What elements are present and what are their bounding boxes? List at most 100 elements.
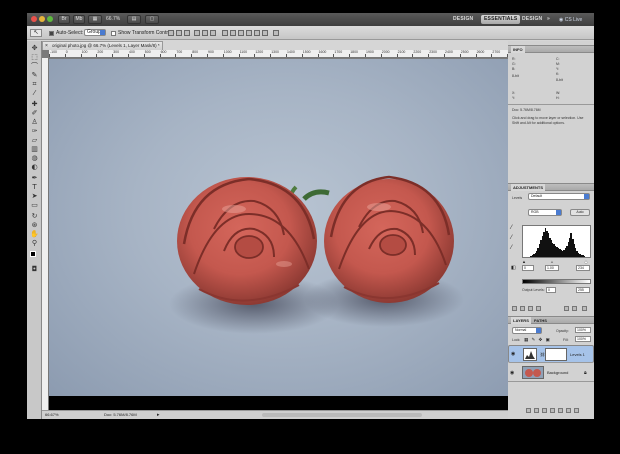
align-vcenter-icon[interactable] xyxy=(176,30,182,36)
previous-state-icon[interactable] xyxy=(564,306,569,311)
auto-select-dropdown[interactable]: Group xyxy=(84,29,106,36)
input-white-slider-icon[interactable]: ▲ xyxy=(584,259,588,264)
close-document-icon[interactable]: × xyxy=(45,42,48,50)
brush-tool-icon[interactable]: ✐ xyxy=(29,109,40,117)
zoom-level[interactable]: 66.7% xyxy=(106,16,120,23)
close-window-icon[interactable] xyxy=(31,16,37,22)
hand-tool-icon[interactable]: ✋ xyxy=(29,230,40,238)
delete-layer-icon[interactable] xyxy=(574,408,579,413)
clip-to-layer-icon[interactable] xyxy=(528,306,533,311)
input-high-field[interactable]: 234 xyxy=(576,265,590,271)
history-brush-tool-icon[interactable]: ✑ xyxy=(29,127,40,135)
info-panel-header[interactable]: INFO xyxy=(508,45,594,53)
dodge-tool-icon[interactable]: ◐ xyxy=(29,163,40,171)
view-extras-button[interactable]: ▦ xyxy=(88,15,102,24)
arrange-documents-button[interactable]: ▤ xyxy=(127,15,141,24)
workspace-more[interactable]: » xyxy=(544,15,553,24)
move-tool-preset-icon[interactable]: ↖ xyxy=(30,29,42,37)
output-high-field[interactable]: 255 xyxy=(576,287,590,293)
levels-preset-dropdown[interactable]: Default xyxy=(528,193,590,200)
layer-row-background[interactable]: ◉ Background 🔒︎ xyxy=(508,364,594,382)
levels-auto-button[interactable]: Auto xyxy=(570,209,590,216)
add-mask-icon[interactable] xyxy=(542,408,547,413)
horizontal-scrollbar[interactable] xyxy=(262,413,422,417)
blur-tool-icon[interactable]: ◍ xyxy=(29,154,40,162)
align-bottom-icon[interactable] xyxy=(184,30,190,36)
align-top-icon[interactable] xyxy=(168,30,174,36)
eraser-tool-icon[interactable]: ▱ xyxy=(29,136,40,144)
expanded-view-icon[interactable] xyxy=(520,306,525,311)
input-black-slider-icon[interactable]: ▲ xyxy=(522,259,526,264)
workspace-essentials[interactable]: ESSENTIALS xyxy=(481,15,521,24)
eye-icon[interactable]: ◉ xyxy=(511,352,515,357)
clone-stamp-tool-icon[interactable]: ♙ xyxy=(29,118,40,126)
shape-tool-icon[interactable]: ▭ xyxy=(29,201,40,209)
tab-paths[interactable]: PATHS xyxy=(532,317,549,324)
gray-point-eyedropper-icon[interactable]: ⁄ xyxy=(511,235,512,241)
output-low-field[interactable]: 0 xyxy=(546,287,556,293)
3d-orbit-tool-icon[interactable]: ⊛ xyxy=(29,221,40,229)
new-group-icon[interactable] xyxy=(558,408,563,413)
layer-name[interactable]: Levels 1 xyxy=(570,352,585,357)
vertical-ruler[interactable] xyxy=(42,58,49,410)
lock-icons[interactable]: ▦ ✎ ✥ ▣ xyxy=(524,337,551,343)
minimize-window-icon[interactable] xyxy=(39,16,45,22)
opacity-field[interactable]: 100% xyxy=(575,327,591,333)
workspace-design-2[interactable]: DESIGN xyxy=(519,15,545,24)
move-tool-icon[interactable]: ✥ xyxy=(29,44,40,52)
input-mid-field[interactable]: 1.00 xyxy=(545,265,559,271)
workspace-design[interactable]: DESIGN xyxy=(450,15,476,24)
marquee-tool-icon[interactable]: ⬚ xyxy=(29,53,40,61)
delete-adjustment-icon[interactable] xyxy=(582,306,587,311)
new-layer-icon[interactable] xyxy=(566,408,571,413)
zoom-tool-icon[interactable]: ⚲ xyxy=(29,239,40,247)
clipping-icon[interactable]: ◧ xyxy=(511,265,516,271)
foreground-color-swatch[interactable] xyxy=(30,251,36,257)
bridge-button[interactable]: Br xyxy=(58,15,70,24)
back-to-list-icon[interactable] xyxy=(512,306,517,311)
zoom-window-icon[interactable] xyxy=(47,16,53,22)
horizontal-ruler[interactable]: -100 0 100 200 300 400 500 600 700 800 900 1000 1100… xyxy=(49,50,523,58)
adjustments-panel-header[interactable]: ADJUSTMENTS xyxy=(508,183,594,191)
tab-layers[interactable]: LAYERS xyxy=(511,317,531,324)
input-low-field[interactable]: 0 xyxy=(522,265,534,271)
gradient-tool-icon[interactable]: ▥ xyxy=(29,145,40,153)
info-tab[interactable]: INFO xyxy=(511,46,525,53)
blend-mode-dropdown[interactable]: Normal xyxy=(512,327,542,334)
quick-mask-icon[interactable]: ◘ xyxy=(29,265,40,273)
status-menu-arrow-icon[interactable]: ▸ xyxy=(157,411,160,419)
distribute-bottom-icon[interactable] xyxy=(238,30,244,36)
eye-icon[interactable]: ◉ xyxy=(510,370,514,376)
auto-select-checkbox[interactable] xyxy=(49,31,54,36)
white-point-eyedropper-icon[interactable]: ⁄ xyxy=(511,245,512,251)
input-gray-slider-icon[interactable]: ▲ xyxy=(550,259,554,264)
link-layers-icon[interactable] xyxy=(526,408,531,413)
distribute-hcenter-icon[interactable] xyxy=(254,30,260,36)
minibridge-button[interactable]: Mb xyxy=(73,15,85,24)
distribute-vcenter-icon[interactable] xyxy=(230,30,236,36)
screen-mode-button[interactable]: ▢ xyxy=(145,15,159,24)
show-transform-checkbox[interactable] xyxy=(111,31,116,36)
align-hcenter-icon[interactable] xyxy=(202,30,208,36)
document-tab[interactable]: × original photo.jpg @ 66.7% (Levels 1, … xyxy=(42,41,163,50)
image-canvas[interactable] xyxy=(49,59,523,396)
type-tool-icon[interactable]: T xyxy=(29,183,40,191)
status-zoom[interactable]: 66.67% xyxy=(45,411,59,419)
quick-selection-tool-icon[interactable]: ✎ xyxy=(29,71,40,79)
pen-tool-icon[interactable]: ✒ xyxy=(29,174,40,182)
eyedropper-tool-icon[interactable]: ⁄ xyxy=(29,89,40,97)
align-right-icon[interactable] xyxy=(210,30,216,36)
distribute-right-icon[interactable] xyxy=(262,30,268,36)
auto-align-icon[interactable] xyxy=(273,30,279,36)
crop-tool-icon[interactable]: ⌗ xyxy=(29,80,40,88)
lasso-tool-icon[interactable]: ⌒ xyxy=(29,62,40,70)
path-selection-tool-icon[interactable]: ➤ xyxy=(29,192,40,200)
fill-field[interactable]: 100% xyxy=(575,336,591,342)
adjustments-tab[interactable]: ADJUSTMENTS xyxy=(511,184,546,191)
reset-icon[interactable] xyxy=(572,306,577,311)
cs-live-menu[interactable]: ◉ CS Live xyxy=(559,16,589,24)
distribute-left-icon[interactable] xyxy=(246,30,252,36)
channel-dropdown[interactable]: RGB xyxy=(528,209,562,216)
align-left-icon[interactable] xyxy=(194,30,200,36)
layer-style-icon[interactable] xyxy=(534,408,539,413)
